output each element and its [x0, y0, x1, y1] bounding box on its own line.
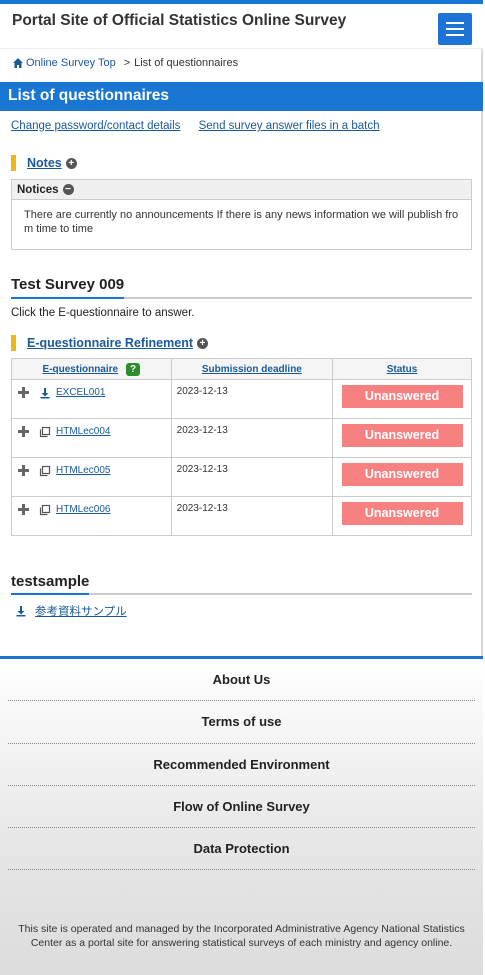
footer-link-terms-of-use[interactable]: Terms of use: [8, 701, 475, 744]
survey-instruction: Click the E-questionnaire to answer.: [11, 307, 195, 319]
status-cell: Unanswered: [332, 418, 472, 458]
notes-toggle-link[interactable]: Notes: [27, 156, 62, 170]
breadcrumb: Online Survey Top > List of questionnair…: [12, 57, 238, 69]
expand-plus-icon[interactable]: +: [197, 337, 208, 349]
help-icon[interactable]: ?: [126, 362, 141, 376]
sample-title: testsample: [11, 573, 472, 595]
download-icon: [40, 387, 50, 398]
footer-link-recommended-environment[interactable]: Recommended Environment: [8, 744, 475, 786]
submission-deadline: 2023-12-13: [176, 425, 228, 436]
column-header-deadline[interactable]: Submission deadline: [170, 358, 334, 380]
survey-title: Test Survey 009: [11, 276, 472, 299]
page-title: List of questionnaires: [0, 82, 483, 111]
footer-link-flow-of-online-survey[interactable]: Flow of Online Survey: [8, 786, 475, 829]
status-badge[interactable]: Unanswered: [341, 502, 463, 525]
window-icon: [39, 465, 51, 476]
submission-deadline: 2023-12-13: [176, 464, 228, 475]
notes-heading: Notes +: [11, 155, 77, 171]
survey-title-text: Test Survey 009: [11, 276, 125, 299]
notices-label: Notices: [17, 183, 59, 196]
questionnaire-link[interactable]: HTMLec006: [56, 504, 110, 515]
submission-deadline: 2023-12-13: [176, 386, 228, 397]
questionnaire-link[interactable]: HTMLec005: [56, 465, 110, 476]
account-links: Change password/contact details Send sur…: [11, 120, 395, 132]
questionnaire-link[interactable]: EXCEL001: [56, 387, 105, 398]
equestionnaire-cell: HTMLec006: [11, 496, 172, 536]
status-badge[interactable]: Unanswered: [341, 424, 463, 447]
questionnaire-link[interactable]: HTMLec004: [56, 426, 110, 437]
status-badge[interactable]: Unanswered: [341, 385, 463, 408]
refinement-toggle-link[interactable]: E-questionnaire Refinement: [27, 336, 193, 350]
breadcrumb-current: List of questionnaires: [134, 57, 239, 69]
breadcrumb-home-link[interactable]: Online Survey Top: [26, 57, 116, 69]
notices-header[interactable]: Notices −: [12, 180, 471, 200]
table-row: HTMLec006 2023-12-13 Unanswered: [11, 496, 472, 536]
deadline-cell: 2023-12-13: [170, 418, 334, 458]
window-icon: [39, 426, 51, 437]
column-header-status[interactable]: Status: [332, 358, 472, 380]
questionnaire-table: E-questionnaire? Submission deadline Sta…: [11, 358, 472, 536]
table-row: EXCEL001 2023-12-13 Unanswered: [11, 379, 472, 419]
change-password-link[interactable]: Change password/contact details: [11, 120, 180, 132]
sample-title-text: testsample: [11, 573, 90, 595]
status-cell: Unanswered: [332, 457, 472, 497]
send-batch-link[interactable]: Send survey answer files in a batch: [199, 120, 380, 132]
home-icon: [13, 58, 23, 68]
plus-icon[interactable]: [17, 425, 30, 438]
deadline-cell: 2023-12-13: [170, 457, 334, 497]
expand-plus-icon[interactable]: +: [65, 157, 77, 169]
deadline-cell: 2023-12-13: [170, 379, 334, 419]
refinement-heading: E-questionnaire Refinement +: [11, 335, 208, 351]
notices-text: There are currently no announcements If …: [24, 209, 459, 235]
sort-equestionnaire[interactable]: E-questionnaire: [43, 364, 119, 375]
submission-deadline: 2023-12-13: [176, 503, 228, 514]
column-header-equestionnaire[interactable]: E-questionnaire?: [11, 358, 172, 380]
footer-link-about-us[interactable]: About Us: [8, 659, 475, 702]
table-header-row: E-questionnaire? Submission deadline Sta…: [11, 358, 472, 380]
status-cell: Unanswered: [332, 496, 472, 536]
plus-icon[interactable]: [17, 503, 30, 516]
download-icon[interactable]: [15, 605, 27, 617]
status-cell: Unanswered: [332, 379, 472, 419]
sample-download: 参考資料サンプル: [15, 603, 127, 619]
plus-icon[interactable]: [17, 464, 30, 477]
notices-panel: Notices − There are currently no announc…: [11, 179, 472, 250]
collapse-minus-icon[interactable]: −: [62, 184, 74, 195]
hamburger-menu-icon[interactable]: [438, 13, 472, 45]
heading-marker: [11, 155, 16, 171]
site-header: Portal Site of Official Statistics Onlin…: [0, 0, 483, 49]
breadcrumb-separator: >: [123, 57, 131, 69]
footer: About Us Terms of use Recommended Environm…: [0, 656, 483, 975]
footer-link-data-protection[interactable]: Data Protection: [8, 828, 475, 871]
footer-nav: About Us Terms of use Recommended Environm…: [0, 659, 483, 871]
equestionnaire-cell: HTMLec005: [11, 457, 172, 497]
table-row: HTMLec004 2023-12-13 Unanswered: [11, 418, 472, 458]
status-badge[interactable]: Unanswered: [341, 463, 463, 486]
table-row: HTMLec005 2023-12-13 Unanswered: [11, 457, 472, 497]
plus-icon[interactable]: [17, 386, 30, 399]
deadline-cell: 2023-12-13: [170, 496, 334, 536]
window-icon: [39, 504, 51, 515]
sample-file-link[interactable]: 参考資料サンプル: [35, 603, 127, 619]
site-title[interactable]: Portal Site of Official Statistics Onlin…: [12, 12, 346, 30]
heading-marker: [11, 335, 16, 351]
equestionnaire-cell: HTMLec004: [11, 418, 172, 458]
equestionnaire-cell: EXCEL001: [11, 379, 172, 419]
footer-note: This site is operated and managed by the…: [18, 923, 465, 949]
